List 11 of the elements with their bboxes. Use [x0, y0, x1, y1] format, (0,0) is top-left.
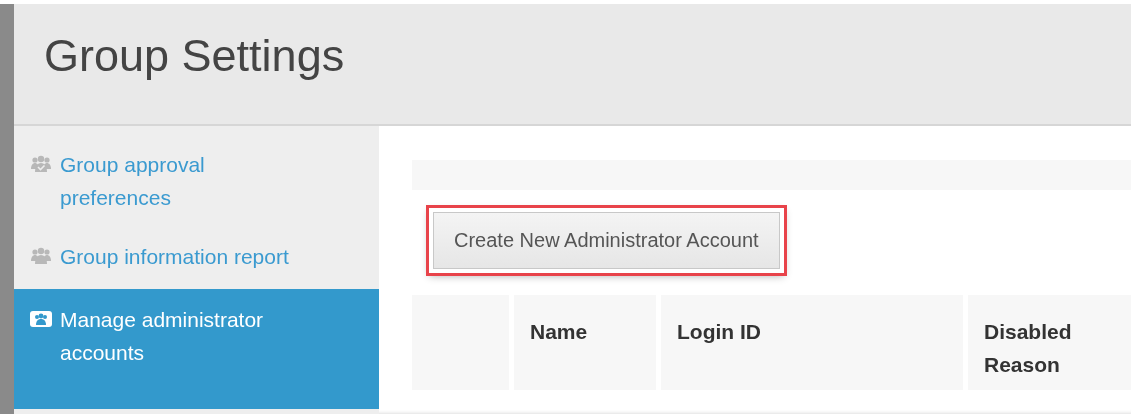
page-title: Group Settings — [44, 30, 345, 82]
column-header: Name — [514, 295, 656, 390]
sidebar-item[interactable]: Group information report — [14, 236, 379, 277]
sidebar-item[interactable]: Group approval preferences — [14, 144, 379, 218]
column-header: Disabled Reason — [968, 295, 1131, 390]
group-card-icon — [30, 310, 52, 328]
group-icon — [30, 247, 52, 265]
create-account-button[interactable]: Create New Administrator Account — [433, 212, 780, 269]
group-check-icon — [30, 155, 52, 173]
column-header: Login ID — [661, 295, 963, 390]
sidebar-item[interactable]: Manage administrator accounts — [14, 289, 379, 409]
